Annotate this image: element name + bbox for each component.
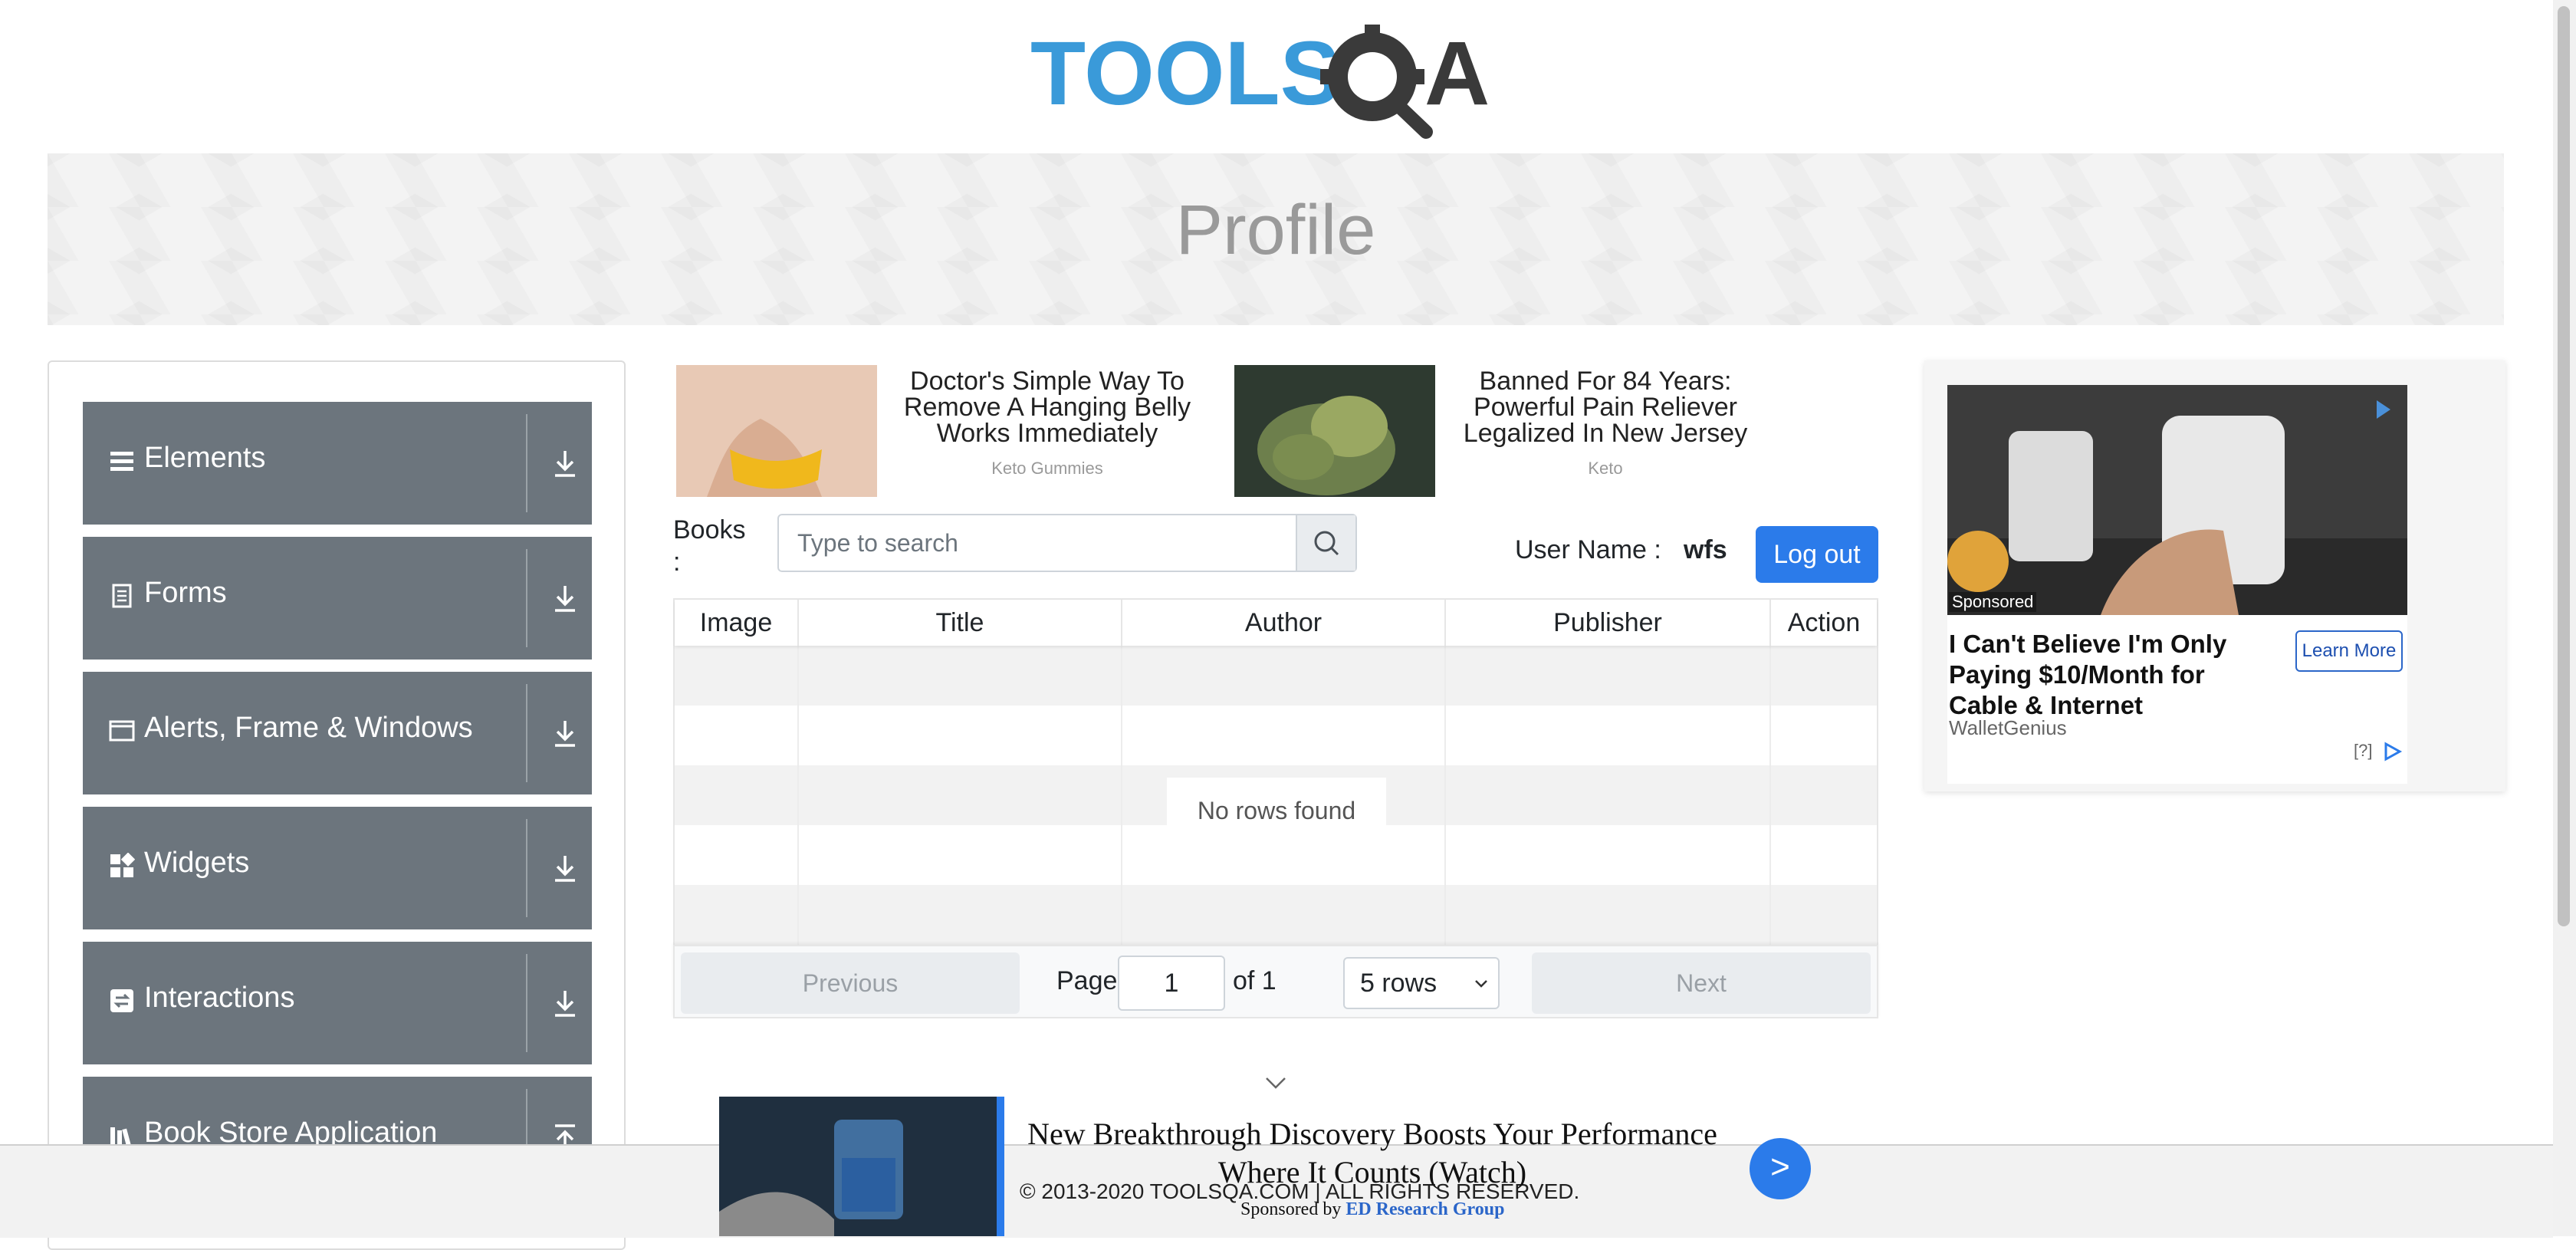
column-header-action[interactable]: Action [1771, 600, 1877, 646]
ad-body: I Can't Believe I'm Only Paying $10/Mont… [1947, 615, 2407, 784]
menu-icon [110, 452, 133, 471]
ad-source: Keto [1588, 459, 1623, 478]
search-input[interactable] [779, 515, 1296, 571]
download-arrow-icon [555, 586, 575, 612]
ad-title: I Can't Believe I'm Only Paying $10/Mont… [1949, 630, 2227, 719]
ad-sponsor: Sponsored by ED Research Group [1240, 1199, 1504, 1220]
logo-text-qa: A [1424, 23, 1490, 124]
sidebar-group-label: Widgets [144, 847, 250, 879]
table-row [675, 885, 1877, 945]
page-number-input[interactable]: 1 [1118, 956, 1225, 1011]
bottom-sponsored-banner[interactable]: New Breakthrough Discovery Boosts Your P… [719, 1097, 1877, 1236]
logo-text-tools: TOOLS [1030, 23, 1340, 124]
previous-button[interactable]: Previous [681, 952, 1020, 1014]
ad-image [719, 1097, 997, 1236]
page-banner: Profile [48, 153, 2504, 325]
sidebar-ad[interactable]: Sponsored I Can't Believe I'm Only Payin… [1924, 360, 2505, 791]
username-label: User Name : [1515, 535, 1661, 564]
chevron-down-icon[interactable] [1263, 1074, 1288, 1092]
ad-source: Keto Gummies [991, 459, 1103, 478]
ad-source: WalletGenius [1949, 716, 2067, 739]
widgets-icon [110, 853, 135, 877]
sponsored-ad-1[interactable]: Doctor's Simple Way To Remove A Hanging … [676, 365, 1213, 497]
document-icon [112, 584, 132, 608]
table-row [675, 706, 1877, 765]
scrollbar-thumb[interactable] [2558, 6, 2570, 926]
column-header-image[interactable]: Image [675, 600, 799, 646]
column-header-publisher[interactable]: Publisher [1446, 600, 1771, 646]
rows-per-page-select[interactable]: 5 rows [1343, 957, 1500, 1009]
ad-image: Sponsored [1947, 385, 2407, 615]
download-arrow-icon [555, 451, 575, 477]
page-total-label: of 1 [1233, 966, 1276, 995]
sidebar-group-label: Forms [144, 577, 227, 609]
sidebar-group-interactions[interactable]: Interactions [83, 942, 592, 1064]
next-button[interactable]: Next [1532, 952, 1871, 1014]
search-icon [1314, 531, 1339, 556]
search-box [777, 514, 1357, 572]
search-button[interactable] [1296, 515, 1355, 571]
go-button[interactable]: > [1750, 1138, 1811, 1199]
sponsor-name: ED Research Group [1346, 1199, 1505, 1219]
no-rows-message: No rows found [1167, 778, 1386, 851]
username-value: wfs [1684, 535, 1727, 564]
sidebar-group-widgets[interactable]: Widgets [83, 807, 592, 929]
ad-image [1234, 365, 1435, 497]
ad-title: Doctor's Simple Way To Remove A Hanging … [903, 367, 1191, 448]
window-icon [109, 720, 135, 742]
sidebar: Elements Forms Alerts, Frame & Windows W… [48, 360, 626, 1250]
interactions-icon [110, 989, 133, 1012]
logout-button[interactable]: Log out [1756, 526, 1878, 583]
column-header-author[interactable]: Author [1122, 600, 1446, 646]
sidebar-group-alerts-frame-windows[interactable]: Alerts, Frame & Windows [83, 672, 592, 794]
adchoices-icon[interactable] [2381, 741, 2404, 762]
sponsored-tag: Sponsored [1949, 592, 2037, 612]
ad-title: New Breakthrough Discovery Boosts Your P… [1027, 1117, 1717, 1189]
chevron-down-icon [1475, 980, 1487, 988]
column-header-title[interactable]: Title [799, 600, 1122, 646]
ad-image [676, 365, 877, 497]
sponsored-ad-2[interactable]: Banned For 84 Years: Powerful Pain Relie… [1234, 365, 1771, 497]
table-header: Image Title Author Publisher Action [675, 600, 1877, 646]
page-label: Page [1056, 966, 1118, 995]
sidebar-group-forms[interactable]: Forms [83, 537, 592, 660]
pagination: Previous Page 1 of 1 5 rows Next [673, 945, 1878, 1018]
books-label: Books : [673, 515, 746, 577]
sidebar-group-elements[interactable]: Elements [83, 402, 592, 525]
ad-help-link[interactable]: [?] [2354, 741, 2372, 761]
sidebar-group-label: Interactions [144, 982, 295, 1014]
learn-more-button[interactable]: Learn More [2295, 630, 2403, 672]
download-arrow-icon [555, 721, 575, 747]
sidebar-group-label: Alerts, Frame & Windows [144, 712, 473, 744]
sponsored-by-label: Sponsored by [1240, 1199, 1342, 1219]
ad-title: Banned For 84 Years: Powerful Pain Relie… [1463, 367, 1748, 448]
page-title: Profile [1175, 191, 1376, 269]
rows-per-page-value: 5 rows [1360, 969, 1438, 998]
download-arrow-icon [555, 856, 575, 882]
download-arrow-icon [555, 991, 575, 1017]
toolsqa-logo[interactable]: TOOLS A [1027, 21, 1533, 144]
table-row [675, 646, 1877, 706]
sidebar-group-label: Elements [144, 442, 266, 474]
